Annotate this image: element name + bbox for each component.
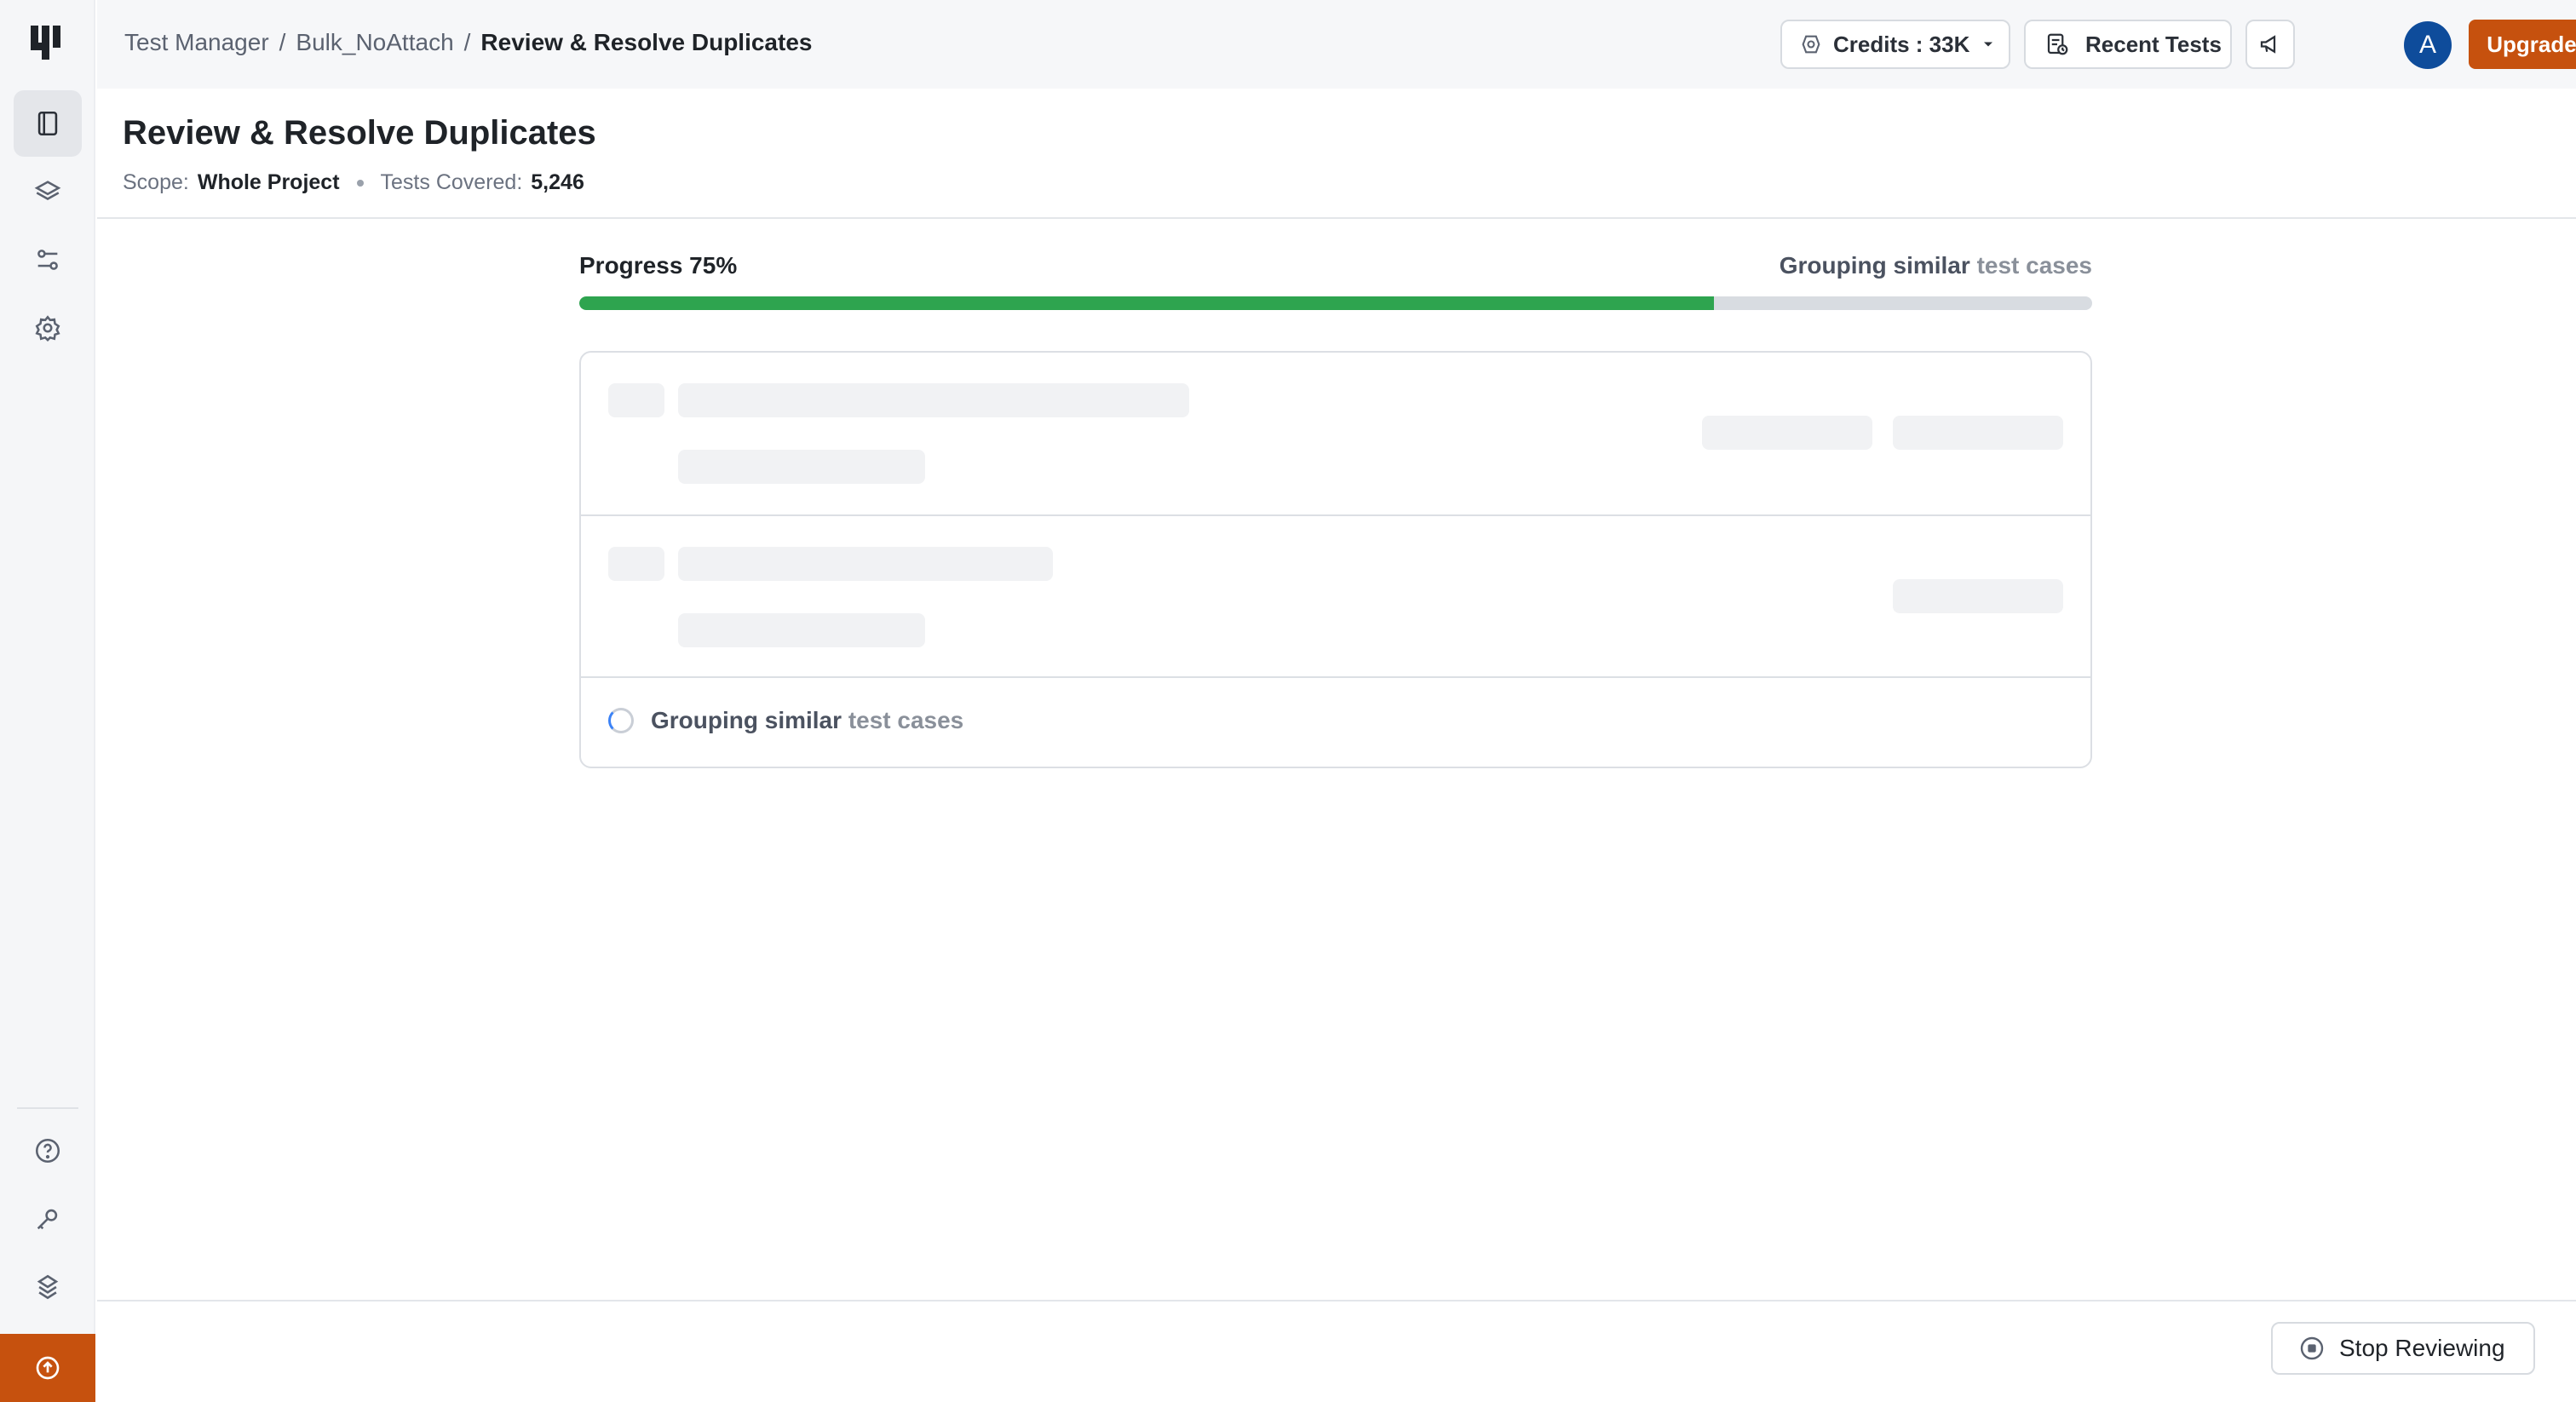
skeleton-placeholder: [678, 547, 1053, 581]
duplicates-loading-card: Grouping similar test cases: [579, 351, 2092, 768]
progress-label: Progress 75%: [579, 252, 738, 279]
progress-bar: [579, 296, 2092, 310]
avatar[interactable]: A: [2404, 21, 2452, 69]
breadcrumb: Test Manager / Bulk_NoAttach / Review & …: [124, 29, 812, 56]
skeleton-placeholder: [1702, 416, 1872, 450]
breadcrumb-separator: /: [279, 29, 286, 55]
recent-tests-label: Recent Tests: [2085, 31, 2222, 57]
sidebar-item-layers[interactable]: [14, 158, 82, 225]
loading-status-dim: test cases: [848, 707, 964, 733]
sidebar-item-integrations[interactable]: [14, 1254, 82, 1320]
tests-covered-label: Tests Covered:: [380, 170, 523, 194]
scope-value: Whole Project: [197, 170, 340, 194]
progress-status: Grouping similar test cases: [1780, 252, 2092, 279]
stop-reviewing-label: Stop Reviewing: [2339, 1335, 2505, 1361]
scope-label: Scope:: [123, 170, 189, 194]
announcements-button[interactable]: [2245, 20, 2295, 69]
skeleton-placeholder: [678, 383, 1189, 417]
tests-covered-value: 5,246: [531, 170, 584, 194]
page-meta: Scope: Whole Project Tests Covered: 5,24…: [123, 170, 584, 195]
integrations-icon: [37, 1274, 59, 1300]
upgrade-arrow-icon: [36, 1356, 60, 1380]
skeleton-placeholder: [678, 613, 925, 647]
breadcrumb-project[interactable]: Bulk_NoAttach: [296, 29, 453, 56]
skeleton-placeholder: [1893, 416, 2063, 450]
credits-dropdown[interactable]: Credits : 33K: [1780, 20, 2010, 69]
loading-status: Grouping similar test cases: [608, 707, 963, 734]
breadcrumb-separator: /: [463, 29, 471, 55]
loading-spinner-icon: [608, 708, 634, 733]
skeleton-placeholder: [1893, 579, 2063, 613]
progress-bar-fill: [579, 296, 1714, 310]
skeleton-placeholder: [608, 547, 664, 581]
logo[interactable]: [29, 24, 65, 61]
credits-label: Credits : 33K: [1833, 31, 1970, 57]
key-icon: [37, 1209, 58, 1230]
breadcrumb-root[interactable]: Test Manager: [124, 29, 269, 56]
sidebar-item-tests[interactable]: [14, 90, 82, 157]
progress-status-main: Grouping similar: [1779, 252, 1970, 279]
sidebar: [0, 0, 95, 1402]
sidebar-item-settings[interactable]: [14, 295, 82, 361]
filters-icon: [37, 250, 58, 270]
megaphone-icon: [2260, 35, 2276, 54]
help-icon: [35, 1138, 60, 1164]
stop-icon: [2300, 1336, 2324, 1360]
loading-status-main: Grouping similar: [651, 707, 842, 733]
tests-icon: [37, 111, 58, 136]
skeleton-row: [581, 353, 2090, 516]
recent-tests-button[interactable]: Recent Tests: [2024, 20, 2232, 69]
header-divider: [97, 217, 2576, 219]
sidebar-divider: [17, 1107, 78, 1109]
chevron-down-icon: [1984, 42, 1993, 47]
skeleton-placeholder: [608, 383, 664, 417]
stop-reviewing-button[interactable]: Stop Reviewing: [2271, 1322, 2535, 1375]
layers-icon: [34, 181, 61, 200]
sidebar-upgrade-button[interactable]: [0, 1334, 95, 1402]
settings-icon: [35, 315, 60, 342]
breadcrumb-current: Review & Resolve Duplicates: [480, 29, 813, 55]
sidebar-item-help[interactable]: [14, 1118, 82, 1184]
skeleton-row: [581, 516, 2090, 678]
credits-icon: [1802, 35, 1820, 54]
footer-divider: [97, 1300, 2576, 1301]
progress-status-dim: test cases: [1976, 252, 2092, 279]
skeleton-placeholder: [678, 450, 925, 484]
upgrade-now-button[interactable]: Upgrade Now: [2469, 20, 2576, 69]
sidebar-item-keys[interactable]: [14, 1186, 82, 1252]
sidebar-item-filters[interactable]: [14, 227, 82, 293]
meta-separator-dot: [356, 179, 364, 187]
page-title: Review & Resolve Duplicates: [123, 114, 596, 152]
top-bar: Test Manager / Bulk_NoAttach / Review & …: [97, 0, 2576, 89]
recent-tests-icon: [2047, 33, 2068, 55]
